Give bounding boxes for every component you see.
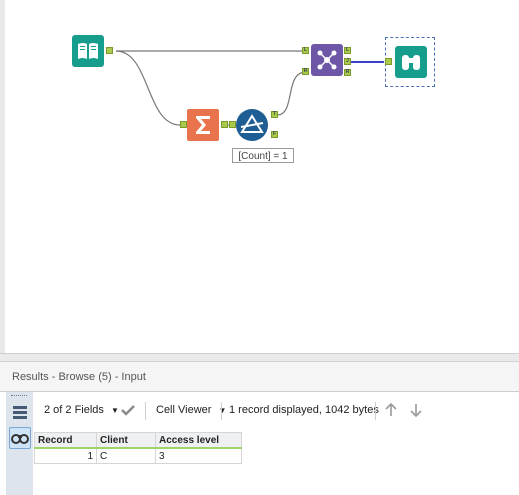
join-r-output-anchor[interactable]: R xyxy=(344,69,351,76)
results-panel: Results - Browse (5) - Input 2 of 2 Fiel… xyxy=(0,362,519,495)
results-toolbar: 2 of 2 Fields ▼ Cell Viewer ▼ 1 record d… xyxy=(34,397,519,425)
fields-label: 2 of 2 Fields xyxy=(44,404,104,416)
summarize-output-anchor[interactable] xyxy=(221,121,228,128)
apply-fields-button[interactable] xyxy=(120,402,136,421)
join-icon xyxy=(317,50,337,70)
summarize-tool[interactable] xyxy=(187,109,219,141)
join-left-anchor[interactable]: L xyxy=(302,47,309,54)
browse-input-anchor[interactable] xyxy=(385,58,392,65)
join-l-output-anchor[interactable]: L xyxy=(344,47,351,54)
cell-viewer-label: Cell Viewer xyxy=(156,404,212,416)
filter-icon xyxy=(240,114,264,133)
cell-record[interactable]: 1 xyxy=(34,447,97,464)
binoculars-icon xyxy=(402,55,420,70)
filter-false-anchor[interactable]: F xyxy=(271,131,278,138)
connection-filter-to-join xyxy=(276,71,307,116)
results-body: 2 of 2 Fields ▼ Cell Viewer ▼ 1 record d… xyxy=(0,391,519,495)
filter-expression-label: [Count] = 1 xyxy=(232,148,294,163)
cell-client[interactable]: C xyxy=(96,447,156,464)
input-output-anchor[interactable] xyxy=(106,47,113,54)
cell-access-level[interactable]: 3 xyxy=(155,447,242,464)
results-title: Results - Browse (5) - Input xyxy=(12,371,146,383)
arrow-down-icon xyxy=(410,404,422,418)
strip-grip xyxy=(11,395,27,398)
toolbar-separator xyxy=(145,402,146,420)
filter-tool[interactable] xyxy=(236,109,268,141)
filter-true-anchor[interactable]: T xyxy=(271,111,278,118)
summarize-input-anchor[interactable] xyxy=(180,121,187,128)
book-icon xyxy=(78,43,98,59)
column-header-access-level[interactable]: Access level xyxy=(155,432,242,449)
filter-input-anchor[interactable] xyxy=(229,121,236,128)
arrow-up-icon xyxy=(385,402,397,416)
input-data-tool[interactable] xyxy=(72,35,104,67)
panel-splitter[interactable] xyxy=(0,353,519,362)
connection-input-to-summarize xyxy=(115,50,181,126)
join-tool[interactable] xyxy=(311,44,343,76)
fields-dropdown[interactable]: 2 of 2 Fields ▼ xyxy=(44,404,119,416)
table-row[interactable]: 1 C 3 xyxy=(34,447,242,464)
browse-tool[interactable] xyxy=(395,46,427,78)
grid-view-button[interactable] xyxy=(9,402,31,424)
join-right-anchor[interactable]: R xyxy=(302,68,309,75)
join-j-output-anchor[interactable]: J xyxy=(344,58,351,65)
column-header-record[interactable]: Record xyxy=(34,432,97,449)
chevron-down-icon: ▼ xyxy=(110,406,119,415)
record-status: 1 record displayed, 1042 bytes xyxy=(229,404,379,416)
browse-view-button[interactable] xyxy=(9,427,31,449)
cell-viewer-dropdown[interactable]: Cell Viewer ▼ xyxy=(156,404,226,416)
checkmark-icon xyxy=(121,405,135,416)
toolbar-separator xyxy=(375,402,376,420)
workflow-canvas[interactable]: T F [Count] = 1 L R L J R xyxy=(0,0,519,353)
results-grid[interactable]: Record Client Access level 1 C 3 xyxy=(34,432,242,464)
grid-icon xyxy=(13,406,27,419)
binoculars-icon xyxy=(11,434,29,444)
header-row: Record Client Access level xyxy=(34,432,242,449)
column-header-client[interactable]: Client xyxy=(96,432,156,449)
chevron-down-icon: ▼ xyxy=(218,406,227,415)
previous-button[interactable] xyxy=(383,402,399,421)
next-button[interactable] xyxy=(408,402,424,421)
toolbar-separator xyxy=(221,402,222,420)
sigma-icon xyxy=(196,116,210,134)
